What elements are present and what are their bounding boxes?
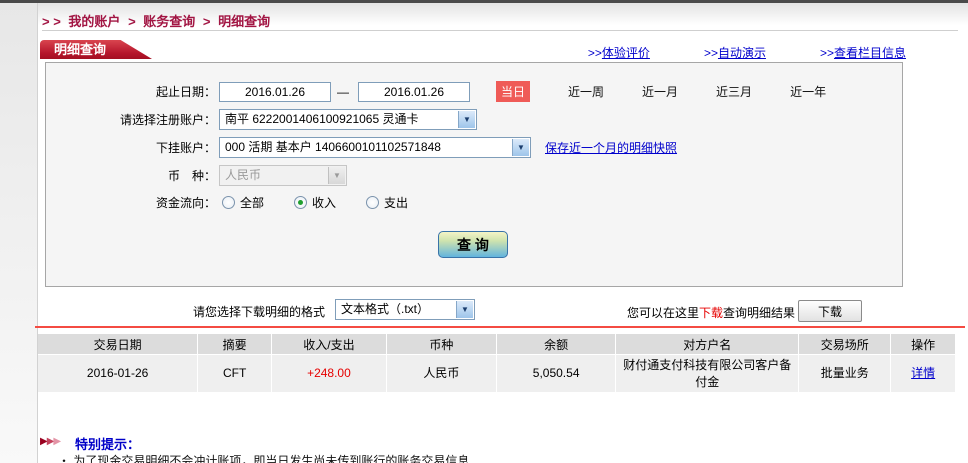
radio-icon[interactable]: [366, 196, 379, 209]
tab-detail-query: 明细查询: [40, 40, 152, 59]
save-snapshot-link[interactable]: 保存近一个月的明细快照: [545, 139, 677, 156]
cell-currency: 人民币: [387, 355, 496, 392]
header-amount: 收入/支出: [272, 334, 386, 354]
register-account-row: 请选择注册账户： 南平 6222001406100921065 灵通卡 ▼: [46, 109, 902, 130]
header-links: >>体验评价 >>自动演示 >>查看栏目信息: [588, 44, 906, 61]
quick-range-today[interactable]: 当日: [496, 81, 530, 102]
quick-range-week[interactable]: 近一周: [568, 83, 604, 100]
date-to-input[interactable]: [358, 82, 470, 102]
special-tips-line: ・ 为了现金交易明细不会冲计账项，即当日发生尚未传到账行的账务交易信息: [58, 452, 469, 463]
breadcrumb-prefix: > >: [42, 14, 61, 29]
radio-all-label: 全部: [240, 194, 264, 211]
radio-all[interactable]: 全部: [222, 194, 264, 211]
currency-label: 币 种：: [46, 167, 216, 184]
chevron-down-icon[interactable]: ▼: [456, 301, 473, 318]
breadcrumb-item-account-query[interactable]: 账务查询: [143, 14, 195, 29]
header-counterparty: 对方户名: [616, 334, 798, 354]
header-action: 操作: [891, 334, 955, 354]
breadcrumb: > > 我的账户 > 账务查询 > 明细查询: [42, 11, 274, 30]
breadcrumb-separator: >: [203, 14, 211, 29]
cell-balance: 5,050.54: [497, 355, 615, 392]
link-auto-demo[interactable]: >>自动演示: [704, 44, 766, 61]
quick-range-quarter[interactable]: 近三月: [716, 83, 752, 100]
cell-amount: +248.00: [272, 355, 386, 392]
download-button[interactable]: 下载: [798, 300, 862, 322]
tips-text: 为了现金交易明细不会冲计账项，即当日发生尚未传到账行的账务交易信息: [73, 454, 469, 463]
breadcrumb-item-detail-query[interactable]: 明细查询: [218, 14, 270, 29]
download-format-select[interactable]: 文本格式（.txt） ▼: [335, 299, 475, 320]
page: > > 我的账户 > 账务查询 > 明细查询 明细查询 >>体验评价 >>自动演…: [0, 0, 968, 463]
fund-flow-options: 全部 收入 支出: [222, 194, 438, 211]
breadcrumb-item-my-account[interactable]: 我的账户: [68, 14, 120, 29]
register-account-select[interactable]: 南平 6222001406100921065 灵通卡 ▼: [219, 109, 477, 130]
download-format-value: 文本格式（.txt）: [341, 302, 429, 316]
chevron-down-icon: ▼: [328, 167, 345, 184]
currency-row: 币 种： 人民币 ▼: [46, 165, 902, 186]
header-channel: 交易场所: [799, 334, 890, 354]
left-sidebar-strip: [0, 3, 38, 463]
header-currency: 币种: [387, 334, 496, 354]
triple-arrow-icon: ▶▶▶: [40, 436, 60, 447]
table-header-row: 交易日期 摘要 收入/支出 币种 余额 对方户名 交易场所 操作: [38, 334, 955, 354]
currency-select-disabled: 人民币 ▼: [219, 165, 347, 186]
radio-expense[interactable]: 支出: [366, 194, 408, 211]
tips-bullet: ・: [58, 454, 70, 463]
link-prefix: >>: [704, 46, 718, 60]
chevron-down-icon[interactable]: ▼: [458, 111, 475, 128]
header-divider: [42, 30, 958, 31]
cell-counterparty: 财付通支付科技有限公司客户备付金: [616, 355, 798, 392]
fund-flow-row: 资金流向： 全部 收入 支出: [46, 194, 902, 211]
link-experience-rating[interactable]: >>体验评价: [588, 44, 650, 61]
table-row: 2016-01-26 CFT +248.00 人民币 5,050.54 财付通支…: [38, 355, 955, 392]
currency-value: 人民币: [225, 168, 261, 182]
date-range-row: 起止日期： — 当日 近一周 近一月 近三月 近一年: [46, 81, 902, 102]
breadcrumb-separator: >: [128, 14, 136, 29]
download-hint: 您可以在这里下载查询明细结果: [627, 304, 795, 321]
download-hint-before: 您可以在这里: [627, 306, 699, 320]
arrow-icon: ▶: [53, 436, 60, 447]
link-label: 查看栏目信息: [834, 46, 906, 60]
cell-summary: CFT: [198, 355, 271, 392]
quick-range-month[interactable]: 近一月: [642, 83, 678, 100]
radio-expense-label: 支出: [384, 194, 408, 211]
quick-range-year[interactable]: 近一年: [790, 83, 826, 100]
sub-account-label: 下挂账户：: [46, 139, 216, 156]
cell-date: 2016-01-26: [38, 355, 197, 392]
download-hint-after: 查询明细结果: [723, 306, 795, 320]
date-from-input[interactable]: [219, 82, 331, 102]
detail-link[interactable]: 详情: [911, 365, 935, 381]
special-tips-title: 特别提示：: [75, 434, 140, 453]
cell-action: 详情: [891, 355, 955, 392]
arrow-icon: ▶: [40, 436, 47, 447]
radio-selected-icon[interactable]: [294, 196, 307, 209]
register-account-label: 请选择注册账户：: [46, 111, 216, 128]
fund-flow-label: 资金流向：: [46, 194, 216, 211]
download-format-label: 请您选择下载明细的格式: [193, 303, 325, 320]
query-form: 起止日期： — 当日 近一周 近一月 近三月 近一年 请选择注册账户： 南平 6…: [45, 62, 903, 287]
register-account-value: 南平 6222001406100921065 灵通卡: [225, 112, 418, 126]
radio-income-label: 收入: [312, 194, 336, 211]
link-label: 体验评价: [602, 46, 650, 60]
link-prefix: >>: [588, 46, 602, 60]
link-label: 自动演示: [718, 46, 766, 60]
radio-icon[interactable]: [222, 196, 235, 209]
chevron-down-icon[interactable]: ▼: [512, 139, 529, 156]
header-balance: 余额: [497, 334, 615, 354]
date-range-label: 起止日期：: [46, 83, 216, 100]
cell-channel: 批量业务: [799, 355, 890, 392]
results-table: 交易日期 摘要 收入/支出 币种 余额 对方户名 交易场所 操作 2016-01…: [38, 334, 955, 392]
sub-account-row: 下挂账户： 000 活期 基本户 1406600101102571848 ▼ 保…: [46, 137, 902, 158]
date-separator: —: [337, 85, 349, 99]
radio-income[interactable]: 收入: [294, 194, 336, 211]
link-view-column-info[interactable]: >>查看栏目信息: [820, 44, 906, 61]
sub-account-select[interactable]: 000 活期 基本户 1406600101102571848 ▼: [219, 137, 531, 158]
query-button[interactable]: 查 询: [438, 231, 508, 258]
download-hint-link[interactable]: 下载: [699, 306, 723, 320]
header-date: 交易日期: [38, 334, 197, 354]
header-summary: 摘要: [198, 334, 271, 354]
link-prefix: >>: [820, 46, 834, 60]
section-divider-red: [35, 326, 965, 328]
sub-account-value: 000 活期 基本户 1406600101102571848: [225, 140, 441, 154]
